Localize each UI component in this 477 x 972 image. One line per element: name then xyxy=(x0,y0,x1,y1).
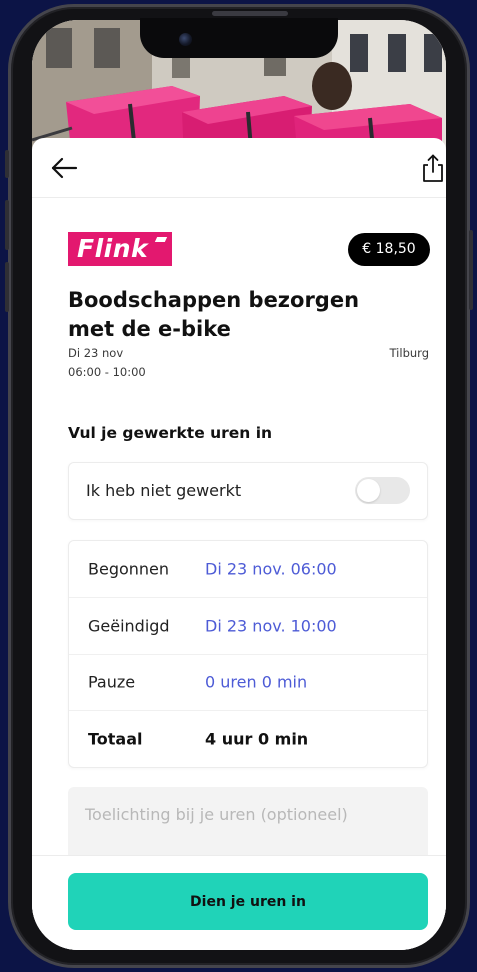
hours-row-label: Geëindigd xyxy=(88,616,170,636)
mute-switch xyxy=(5,150,9,178)
submit-hours-button[interactable]: Dien je uren in xyxy=(68,873,428,930)
brand-logo-text: Flink xyxy=(77,234,149,263)
hours-card: Begonnen Di 23 nov. 06:00 Geëindigd Di 2… xyxy=(68,540,428,768)
arrow-left-icon xyxy=(51,157,78,179)
front-camera xyxy=(179,33,192,46)
header-divider xyxy=(32,197,446,198)
power-button xyxy=(469,230,473,310)
earpiece-speaker xyxy=(212,11,288,16)
hours-row-start[interactable]: Begonnen Di 23 nov. 06:00 xyxy=(69,541,427,597)
shift-date: Di 23 nov xyxy=(68,346,124,360)
hours-row-end[interactable]: Geëindigd Di 23 nov. 10:00 xyxy=(69,596,427,654)
not-worked-label: Ik heb niet gewerkt xyxy=(86,481,242,500)
bottom-action-bar: Dien je uren in xyxy=(32,855,446,950)
hours-section-heading: Vul je gewerkte uren in xyxy=(68,424,273,442)
back-button[interactable] xyxy=(50,156,78,180)
brand-logo-mark xyxy=(154,237,168,242)
not-worked-card: Ik heb niet gewerkt xyxy=(68,462,428,520)
volume-up-button xyxy=(5,200,9,250)
share-button[interactable] xyxy=(421,153,445,183)
hours-row-label: Pauze xyxy=(88,672,136,692)
toggle-knob xyxy=(357,479,380,502)
total-hours-value: 4 uur 0 min xyxy=(205,729,309,749)
volume-down-button xyxy=(5,262,9,312)
shift-time: 06:00 - 10:00 xyxy=(68,365,146,379)
shift-location: Tilburg xyxy=(389,346,429,360)
price-badge: € 18,50 xyxy=(348,233,430,266)
phone-notch xyxy=(140,18,338,58)
start-time-value[interactable]: Di 23 nov. 06:00 xyxy=(205,559,337,578)
break-duration-value[interactable]: 0 uren 0 min xyxy=(205,673,307,692)
hours-row-label: Begonnen xyxy=(88,559,170,579)
hours-row-total: Totaal 4 uur 0 min xyxy=(69,710,427,767)
hours-row-break[interactable]: Pauze 0 uren 0 min xyxy=(69,653,427,711)
brand-logo: Flink xyxy=(68,232,172,266)
app-screen: Flink € 18,50 Boodschappen bezorgen met … xyxy=(32,20,446,950)
end-time-value[interactable]: Di 23 nov. 10:00 xyxy=(205,616,337,635)
not-worked-toggle[interactable] xyxy=(355,477,410,504)
share-icon xyxy=(423,154,443,182)
hours-row-label: Totaal xyxy=(88,729,143,749)
job-title: Boodschappen bezorgen met de e-bike xyxy=(68,288,360,341)
